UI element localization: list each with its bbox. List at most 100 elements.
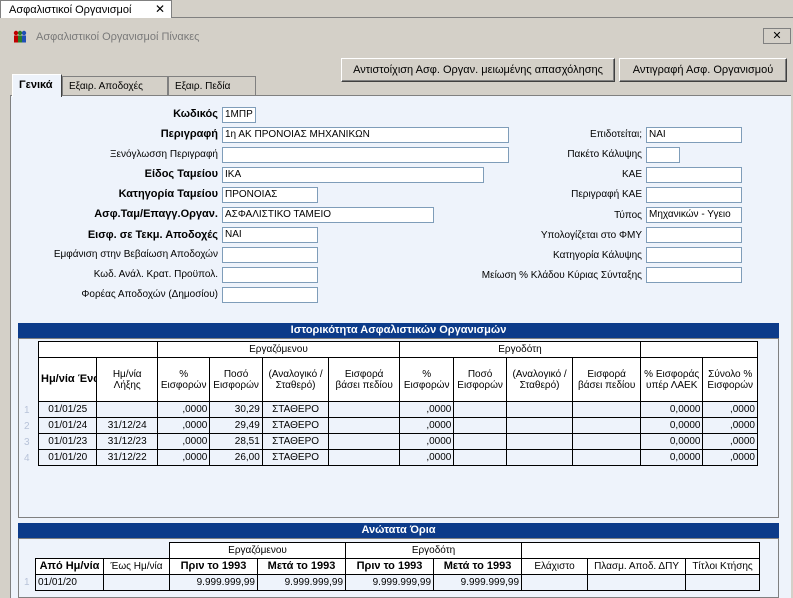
cell-employee-type[interactable]: ΣΤΑΘΕΡΟ xyxy=(261,433,330,450)
cell-employer-before-1993[interactable]: 9.999.999,99 xyxy=(345,574,435,591)
cell-employer-type[interactable] xyxy=(505,401,574,418)
cell-employee-percent[interactable]: ,0000 xyxy=(156,449,211,466)
cell-end-date[interactable] xyxy=(96,401,158,418)
fund-type-field[interactable]: ΙΚΑ xyxy=(222,167,484,183)
cell-minimum[interactable] xyxy=(521,574,589,591)
description-field[interactable]: 1η ΑΚ ΠΡΟΝΟΙΑΣ ΜΗΧΑΝΙΚΩΝ xyxy=(222,127,509,143)
cell-to-date[interactable] xyxy=(103,574,170,591)
window-close-button[interactable]: ✕ xyxy=(763,28,791,44)
cell-end-date[interactable]: 31/12/23 xyxy=(96,433,158,450)
cell-employer-type[interactable] xyxy=(505,449,574,466)
cell-start-date[interactable]: 01/01/25 xyxy=(37,401,98,418)
cell-employee-field-based[interactable] xyxy=(328,417,400,434)
cell-acquisition-titles[interactable] xyxy=(685,574,761,591)
cell-employee-percent[interactable]: ,0000 xyxy=(156,433,211,450)
cell-employee-amount[interactable]: 26,00 xyxy=(209,449,263,466)
foreign-description-field[interactable] xyxy=(222,147,509,163)
column-header-from-date[interactable]: Από Ημ/νία xyxy=(35,558,104,575)
cell-employee-after-1993[interactable]: 9.999.999,99 xyxy=(256,574,347,591)
type-field[interactable]: Μηχανικών - Υγειο xyxy=(646,207,742,223)
cell-total-percent[interactable]: ,0000 xyxy=(702,401,758,418)
cell-total-percent[interactable]: ,0000 xyxy=(702,433,758,450)
column-header-employee-percent[interactable]: % Εισφορών xyxy=(156,357,211,402)
cell-employer-amount[interactable] xyxy=(453,401,507,418)
column-header-acquisition-titles[interactable]: Τίτλοι Κτήσης xyxy=(685,558,761,575)
cell-employer-percent[interactable]: ,0000 xyxy=(398,401,455,418)
cell-employee-field-based[interactable] xyxy=(328,449,400,466)
cell-end-date[interactable]: 31/12/24 xyxy=(96,417,158,434)
tab-excluded-fields[interactable]: Εξαιρ. Πεδία xyxy=(168,76,256,97)
cell-employer-percent[interactable]: ,0000 xyxy=(398,433,455,450)
cell-employee-amount[interactable]: 29,49 xyxy=(209,417,263,434)
column-header-start-date[interactable]: Ημ/νία Έναρξης xyxy=(37,357,98,402)
column-header-employer-type[interactable]: (Αναλογικό / Σταθερό) xyxy=(505,357,574,402)
cell-employee-amount[interactable]: 28,51 xyxy=(209,433,263,450)
cell-employer-field-based[interactable] xyxy=(572,401,641,418)
kae-description-field[interactable] xyxy=(646,187,742,203)
cell-from-date[interactable]: 01/01/20 xyxy=(35,574,104,591)
cell-employer-amount[interactable] xyxy=(453,417,507,434)
table-row[interactable]: 01/01/20 9.999.999,99 9.999.999,99 9.999… xyxy=(35,574,761,591)
tab-excluded-earnings[interactable]: Εξαιρ. Αποδοχές xyxy=(62,76,168,97)
column-header-employer-after-1993[interactable]: Μετά το 1993 xyxy=(433,558,523,575)
coverage-package-field[interactable] xyxy=(646,147,680,163)
subsidized-field[interactable]: ΝΑΙ xyxy=(646,127,742,143)
fmy-calculated-field[interactable] xyxy=(646,227,742,243)
cell-imputed-earnings[interactable] xyxy=(587,574,687,591)
budget-code-field[interactable] xyxy=(222,267,318,283)
cell-start-date[interactable]: 01/01/20 xyxy=(37,449,98,466)
column-header-end-date[interactable]: Ημ/νία Λήξης xyxy=(96,357,158,402)
column-header-employee-amount[interactable]: Ποσό Εισφορών xyxy=(209,357,263,402)
table-row[interactable]: 01/01/25 ,0000 30,29 ΣΤΑΘΕΡΟ ,0000 0,000… xyxy=(37,401,758,418)
column-header-employee-field-based[interactable]: Εισφορά βάσει πεδίου xyxy=(328,357,400,402)
insurance-org-type-field[interactable]: ΑΣΦΑΛΙΣΤΙΚΟ ΤΑΜΕΙΟ xyxy=(222,207,434,223)
cell-laek-percent[interactable]: 0,0000 xyxy=(639,449,704,466)
imputed-earnings-field[interactable]: ΝΑΙ xyxy=(222,227,318,243)
column-header-laek-percent[interactable]: % Εισφοράς υπέρ ΛΑΕΚ xyxy=(639,357,704,402)
table-row[interactable]: 01/01/20 31/12/22 ,0000 26,00 ΣΤΑΘΕΡΟ ,0… xyxy=(37,449,758,466)
mapping-button[interactable]: Αντιστοίχιση Ασφ. Οργαν. μειωμένης απασχ… xyxy=(341,58,615,82)
column-header-employer-before-1993[interactable]: Πριν το 1993 xyxy=(345,558,435,575)
cell-total-percent[interactable]: ,0000 xyxy=(702,417,758,434)
earnings-certificate-field[interactable] xyxy=(222,247,318,263)
cell-total-percent[interactable]: ,0000 xyxy=(702,449,758,466)
fund-category-field[interactable]: ΠΡΟΝΟΙΑΣ xyxy=(222,187,318,203)
column-header-imputed-earnings[interactable]: Πλασμ. Αποδ. ΔΠΥ xyxy=(587,558,687,575)
cell-employee-field-based[interactable] xyxy=(328,433,400,450)
column-header-employer-amount[interactable]: Ποσό Εισφορών xyxy=(453,357,507,402)
column-header-employee-after-1993[interactable]: Μετά το 1993 xyxy=(256,558,347,575)
coverage-category-field[interactable] xyxy=(646,247,742,263)
cell-employee-type[interactable]: ΣΤΑΘΕΡΟ xyxy=(261,417,330,434)
cell-employee-before-1993[interactable]: 9.999.999,99 xyxy=(169,574,258,591)
cell-employee-percent[interactable]: ,0000 xyxy=(156,401,211,418)
cell-end-date[interactable]: 31/12/22 xyxy=(96,449,158,466)
kae-field[interactable] xyxy=(646,167,742,183)
column-header-employer-percent[interactable]: % Εισφορών xyxy=(398,357,455,402)
cell-employer-after-1993[interactable]: 9.999.999,99 xyxy=(433,574,523,591)
cell-employer-amount[interactable] xyxy=(453,433,507,450)
column-header-total-percent[interactable]: Σύνολο % Εισφορών xyxy=(702,357,758,402)
cell-employer-percent[interactable]: ,0000 xyxy=(398,449,455,466)
column-header-employee-before-1993[interactable]: Πριν το 1993 xyxy=(169,558,258,575)
table-row[interactable]: 01/01/23 31/12/23 ,0000 28,51 ΣΤΑΘΕΡΟ ,0… xyxy=(37,433,758,450)
cell-employee-type[interactable]: ΣΤΑΘΕΡΟ xyxy=(261,401,330,418)
cell-employer-type[interactable] xyxy=(505,433,574,450)
cell-employee-percent[interactable]: ,0000 xyxy=(156,417,211,434)
document-tab[interactable]: Ασφαλιστικοί Οργανισμοί ✕ xyxy=(0,0,172,18)
column-header-employer-field-based[interactable]: Εισφορά βάσει πεδίου xyxy=(572,357,641,402)
cell-employee-type[interactable]: ΣΤΑΘΕΡΟ xyxy=(261,449,330,466)
cell-laek-percent[interactable]: 0,0000 xyxy=(639,417,704,434)
cell-employer-percent[interactable]: ,0000 xyxy=(398,417,455,434)
cell-employer-field-based[interactable] xyxy=(572,449,641,466)
cell-employer-field-based[interactable] xyxy=(572,417,641,434)
table-row[interactable]: 01/01/24 31/12/24 ,0000 29,49 ΣΤΑΘΕΡΟ ,0… xyxy=(37,417,758,434)
cell-laek-percent[interactable]: 0,0000 xyxy=(639,433,704,450)
copy-organization-button[interactable]: Αντιγραφή Ασφ. Οργανισμού xyxy=(619,58,787,82)
pension-reduction-field[interactable] xyxy=(646,267,742,283)
column-header-employee-type[interactable]: (Αναλογικό / Σταθερό) xyxy=(261,357,330,402)
cell-start-date[interactable]: 01/01/23 xyxy=(37,433,98,450)
cell-employer-field-based[interactable] xyxy=(572,433,641,450)
cell-start-date[interactable]: 01/01/24 xyxy=(37,417,98,434)
column-header-minimum[interactable]: Ελάχιστο xyxy=(521,558,589,575)
close-icon[interactable]: ✕ xyxy=(155,2,165,16)
